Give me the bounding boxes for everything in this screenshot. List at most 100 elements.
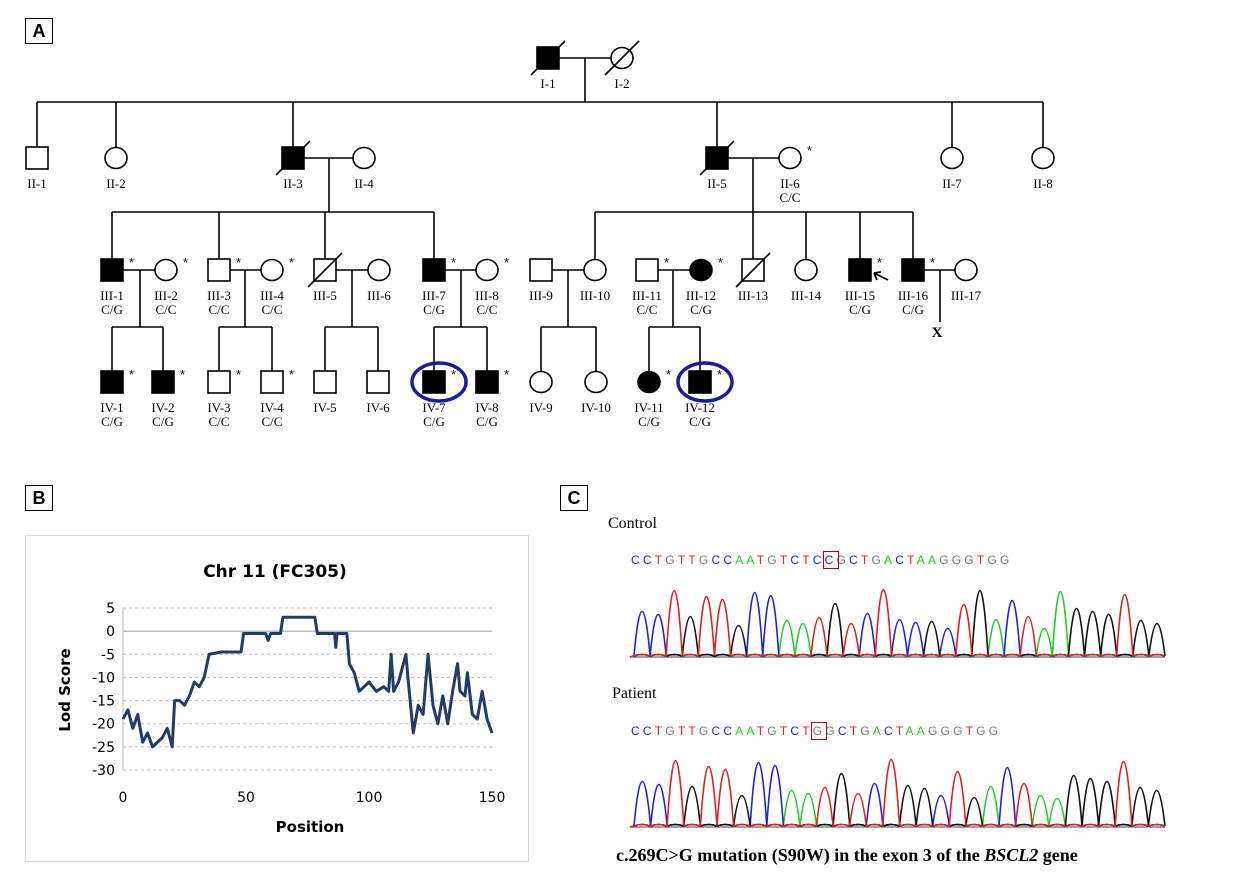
female-symbol bbox=[940, 146, 964, 170]
individual-id: III-5 bbox=[313, 288, 337, 303]
individual-id: II-4 bbox=[354, 176, 374, 191]
individual-id: I-1 bbox=[540, 76, 555, 91]
male-symbol bbox=[100, 370, 124, 394]
patient-trace-t bbox=[629, 758, 1166, 828]
tested-asterisk: * bbox=[504, 255, 509, 270]
control-trace-g bbox=[629, 589, 1166, 658]
individual-iv-7: * IV-7C/G bbox=[410, 361, 468, 429]
figure-caption: c.269C>G mutation (S90W) in the exon 3 o… bbox=[616, 845, 1078, 866]
individual-id: IV-1 bbox=[100, 400, 123, 415]
individual-id: II-7 bbox=[942, 176, 962, 191]
individual-id: IV-10 bbox=[581, 400, 611, 415]
base: T bbox=[802, 553, 813, 567]
individual-iv-3: * IV-3C/C bbox=[207, 367, 241, 429]
genotype: C/C bbox=[637, 302, 658, 317]
individual-iv-1: * IV-1C/G bbox=[100, 367, 134, 429]
base: A bbox=[927, 553, 940, 567]
male-symbol bbox=[901, 258, 925, 282]
base: G bbox=[665, 724, 678, 738]
individual-id: III-6 bbox=[367, 288, 391, 303]
male-symbol bbox=[366, 370, 390, 394]
tested-asterisk: * bbox=[666, 367, 671, 382]
genotype: C/G bbox=[689, 414, 711, 429]
female-symbol bbox=[954, 258, 978, 282]
individual-iii-10: III-10 bbox=[580, 258, 610, 303]
genotype: C/C bbox=[262, 302, 283, 317]
individual-id: IV-11 bbox=[634, 400, 663, 415]
male-symbol bbox=[422, 370, 446, 394]
base: A bbox=[872, 724, 885, 738]
individual-iii-15: * III-15C/G bbox=[845, 255, 889, 317]
patient-trace-a bbox=[629, 786, 1166, 828]
individual-id: IV-7 bbox=[422, 400, 446, 415]
female-symbol bbox=[689, 258, 713, 282]
individual-i-2: I-2 bbox=[604, 40, 640, 91]
individual-iv-11: * IV-11C/G bbox=[634, 367, 671, 429]
individual-iii-16: * III-16C/G bbox=[898, 255, 935, 317]
base: G bbox=[836, 553, 850, 567]
base: C bbox=[790, 724, 803, 738]
genotype: C/G bbox=[849, 302, 871, 317]
tested-asterisk: * bbox=[664, 255, 669, 270]
individual-id: IV-6 bbox=[366, 400, 390, 415]
individual-id: III-11 bbox=[632, 288, 662, 303]
female-symbol bbox=[104, 146, 128, 170]
individual-iii-4: * III-4C/C bbox=[260, 255, 294, 317]
individual-id: III-15 bbox=[845, 288, 875, 303]
individual-id: III-1 bbox=[100, 288, 124, 303]
base: T bbox=[907, 553, 917, 567]
tested-asterisk: * bbox=[180, 367, 185, 382]
tested-asterisk: * bbox=[289, 255, 294, 270]
individual-id: III-7 bbox=[422, 288, 446, 303]
control-trace-a bbox=[629, 590, 1166, 658]
tested-asterisk: * bbox=[451, 367, 456, 382]
no-offspring-mark: X bbox=[932, 325, 943, 341]
individual-ii-5: II-5 bbox=[699, 140, 735, 191]
individual-id: II-3 bbox=[283, 176, 303, 191]
caption-text: c.269C>G mutation (S90W) in the exon 3 o… bbox=[616, 845, 985, 865]
individual-id: III-3 bbox=[207, 288, 231, 303]
tested-asterisk: * bbox=[718, 255, 723, 270]
tested-asterisk: * bbox=[877, 255, 882, 270]
individual-id: II-6 bbox=[780, 176, 800, 191]
tested-asterisk: * bbox=[289, 367, 294, 382]
individual-ii-7: II-7 bbox=[940, 146, 964, 191]
patient-label: Patient bbox=[612, 685, 657, 702]
genotype: C/G bbox=[423, 414, 445, 429]
tested-asterisk: * bbox=[183, 255, 188, 270]
base: A bbox=[735, 553, 747, 567]
base: T bbox=[860, 553, 872, 567]
individual-id: IV-9 bbox=[529, 400, 552, 415]
base: T bbox=[677, 724, 689, 738]
individual-id: III-16 bbox=[898, 288, 929, 303]
base: C bbox=[711, 724, 724, 738]
individual-iv-10: IV-10 bbox=[581, 370, 611, 415]
individual-iv-5: IV-5 bbox=[313, 370, 337, 415]
female-symbol bbox=[260, 258, 284, 282]
individual-id: IV-4 bbox=[260, 400, 284, 415]
genotype: C/C bbox=[780, 190, 801, 205]
base: C bbox=[642, 553, 655, 567]
patient-trace-g bbox=[629, 773, 1166, 828]
individual-id: II-2 bbox=[106, 176, 126, 191]
male-symbol bbox=[313, 370, 337, 394]
male-symbol bbox=[260, 370, 284, 394]
female-symbol bbox=[475, 258, 499, 282]
genotype: C/G bbox=[101, 414, 123, 429]
control-label: Control bbox=[608, 515, 657, 532]
caption-gene: BSCL2 bbox=[984, 845, 1039, 865]
patient-trace-c bbox=[629, 761, 1166, 828]
individual-i-1: I-1 bbox=[530, 40, 566, 91]
base: A bbox=[746, 553, 757, 567]
individual-iii-14: III-14 bbox=[791, 258, 822, 303]
base: T bbox=[654, 724, 666, 738]
proband-arrow-icon bbox=[873, 271, 889, 281]
base: T bbox=[849, 724, 861, 738]
individual-id: III-10 bbox=[580, 288, 610, 303]
base: T bbox=[779, 724, 791, 738]
tested-asterisk: * bbox=[236, 255, 241, 270]
individual-id: III-8 bbox=[475, 288, 499, 303]
individual-id: IV-3 bbox=[207, 400, 230, 415]
base: T bbox=[677, 553, 689, 567]
individual-ii-4: II-4 bbox=[352, 146, 376, 191]
